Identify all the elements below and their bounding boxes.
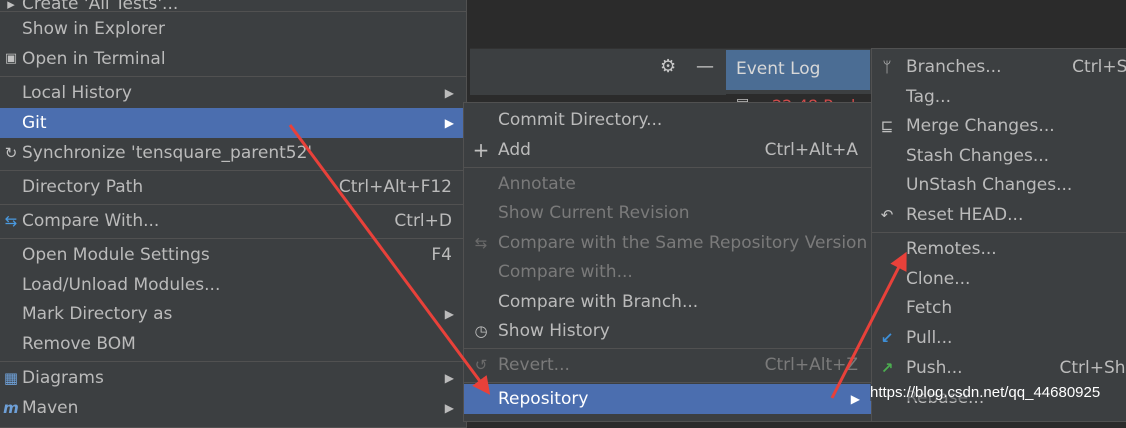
menu-item-load-unload-modules[interactable]: Load/Unload Modules... (0, 270, 466, 300)
submenu-arrow-icon: ▶ (850, 392, 860, 406)
submenu-arrow-icon: ▶ (444, 116, 454, 130)
separator (0, 238, 466, 239)
separator (872, 232, 1126, 233)
sync-icon: ↻ (4, 144, 18, 162)
menu-item-fetch[interactable]: Fetch (872, 293, 1126, 323)
separator (464, 167, 872, 168)
editor-background (470, 0, 1126, 48)
menu-item-unstash-changes[interactable]: UnStash Changes... (872, 170, 1126, 200)
maven-icon: m (3, 399, 19, 417)
menu-item-open-module-settings[interactable]: Open Module Settings F4 (0, 240, 466, 270)
menu-item-reset-head[interactable]: ↶ Reset HEAD... (872, 200, 1126, 230)
menu-item-compare-with[interactable]: ⇆ Compare With... Ctrl+D (0, 206, 466, 236)
menu-item-compare-same-repo-version[interactable]: ⇆ Compare with the Same Repository Versi… (464, 228, 872, 258)
compare-icon: ⇆ (474, 234, 488, 252)
menu-item-repository[interactable]: Repository ▶ (464, 384, 872, 414)
menu-item-stash-changes[interactable]: Stash Changes... (872, 141, 1126, 171)
separator (464, 382, 872, 383)
git-submenu: Commit Directory... + Add Ctrl+Alt+A Ann… (463, 102, 873, 422)
pull-icon: ↙ (880, 329, 894, 347)
separator (464, 348, 872, 349)
separator (0, 361, 466, 362)
menu-item-remove-bom[interactable]: Remove BOM (0, 329, 466, 359)
menu-item-show-in-explorer[interactable]: Show in Explorer (0, 14, 466, 44)
compare-icon: ⇆ (4, 212, 18, 230)
menu-item-synchronize[interactable]: ↻ Synchronize 'tensquare_parent52' (0, 138, 466, 168)
merge-icon: ⊑ (880, 117, 894, 135)
minimize-icon[interactable]: — (696, 56, 714, 77)
history-icon: ◷ (474, 322, 488, 340)
separator (0, 11, 466, 12)
menu-item-commit-directory[interactable]: Commit Directory... (464, 105, 872, 135)
watermark: https://blog.csdn.net/qq_44680925 (870, 384, 1101, 401)
menu-item-add[interactable]: + Add Ctrl+Alt+A (464, 135, 872, 165)
diagram-icon: ▦ (3, 369, 19, 387)
submenu-arrow-icon: ▶ (444, 401, 454, 415)
reset-icon: ↶ (880, 206, 894, 224)
repository-submenu: ᛘ Branches... Ctrl+Shift+` Tag... ⊑ Merg… (871, 48, 1126, 422)
separator (0, 170, 466, 171)
menu-item-mark-directory-as[interactable]: Mark Directory as ▶ (0, 299, 466, 329)
menu-item-compare-with-branch[interactable]: Compare with Branch... (464, 287, 872, 317)
menu-item-tag[interactable]: Tag... (872, 82, 1126, 112)
menu-item-revert[interactable]: ↺ Revert... Ctrl+Alt+Z (464, 350, 872, 380)
menu-item-push[interactable]: ↗ Push... Ctrl+Shift+K (872, 353, 1126, 383)
menu-item-git[interactable]: Git ▶ (0, 108, 466, 138)
project-context-menu: ▸ Create 'All Tests'... Show in Explorer… (0, 0, 467, 428)
menu-item-local-history[interactable]: Local History ▶ (0, 78, 466, 108)
menu-item-open-in-terminal[interactable]: ▣ Open in Terminal (0, 44, 466, 74)
submenu-arrow-icon: ▶ (444, 371, 454, 385)
revert-icon: ↺ (474, 356, 488, 374)
menu-item-remotes[interactable]: Remotes... (872, 234, 1126, 264)
menu-item-maven[interactable]: m Maven ▶ (0, 393, 466, 423)
separator (0, 76, 466, 77)
menu-item-compare-with[interactable]: Compare with... (464, 257, 872, 287)
gear-icon[interactable]: ⚙ (660, 56, 676, 77)
event-log-tab[interactable]: Event Log (726, 50, 870, 90)
terminal-icon: ▣ (4, 51, 18, 66)
separator (0, 204, 466, 205)
menu-item-merge-changes[interactable]: ⊑ Merge Changes... (872, 111, 1126, 141)
submenu-arrow-icon: ▶ (444, 86, 454, 100)
menu-item-annotate[interactable]: Annotate (464, 169, 872, 199)
plus-icon: + (472, 138, 490, 162)
menu-item-branches[interactable]: ᛘ Branches... Ctrl+Shift+` (872, 52, 1126, 82)
menu-item-show-history[interactable]: ◷ Show History (464, 316, 872, 346)
push-icon: ↗ (880, 359, 894, 377)
submenu-arrow-icon: ▶ (444, 307, 454, 321)
menu-item-directory-path[interactable]: Directory Path Ctrl+Alt+F12 (0, 172, 466, 202)
branch-icon: ᛘ (882, 58, 892, 76)
menu-item-show-current-revision[interactable]: Show Current Revision (464, 198, 872, 228)
menu-item-pull[interactable]: ↙ Pull... (872, 323, 1126, 353)
menu-item-diagrams[interactable]: ▦ Diagrams ▶ (0, 363, 466, 393)
menu-item-clone[interactable]: Clone... (872, 264, 1126, 294)
